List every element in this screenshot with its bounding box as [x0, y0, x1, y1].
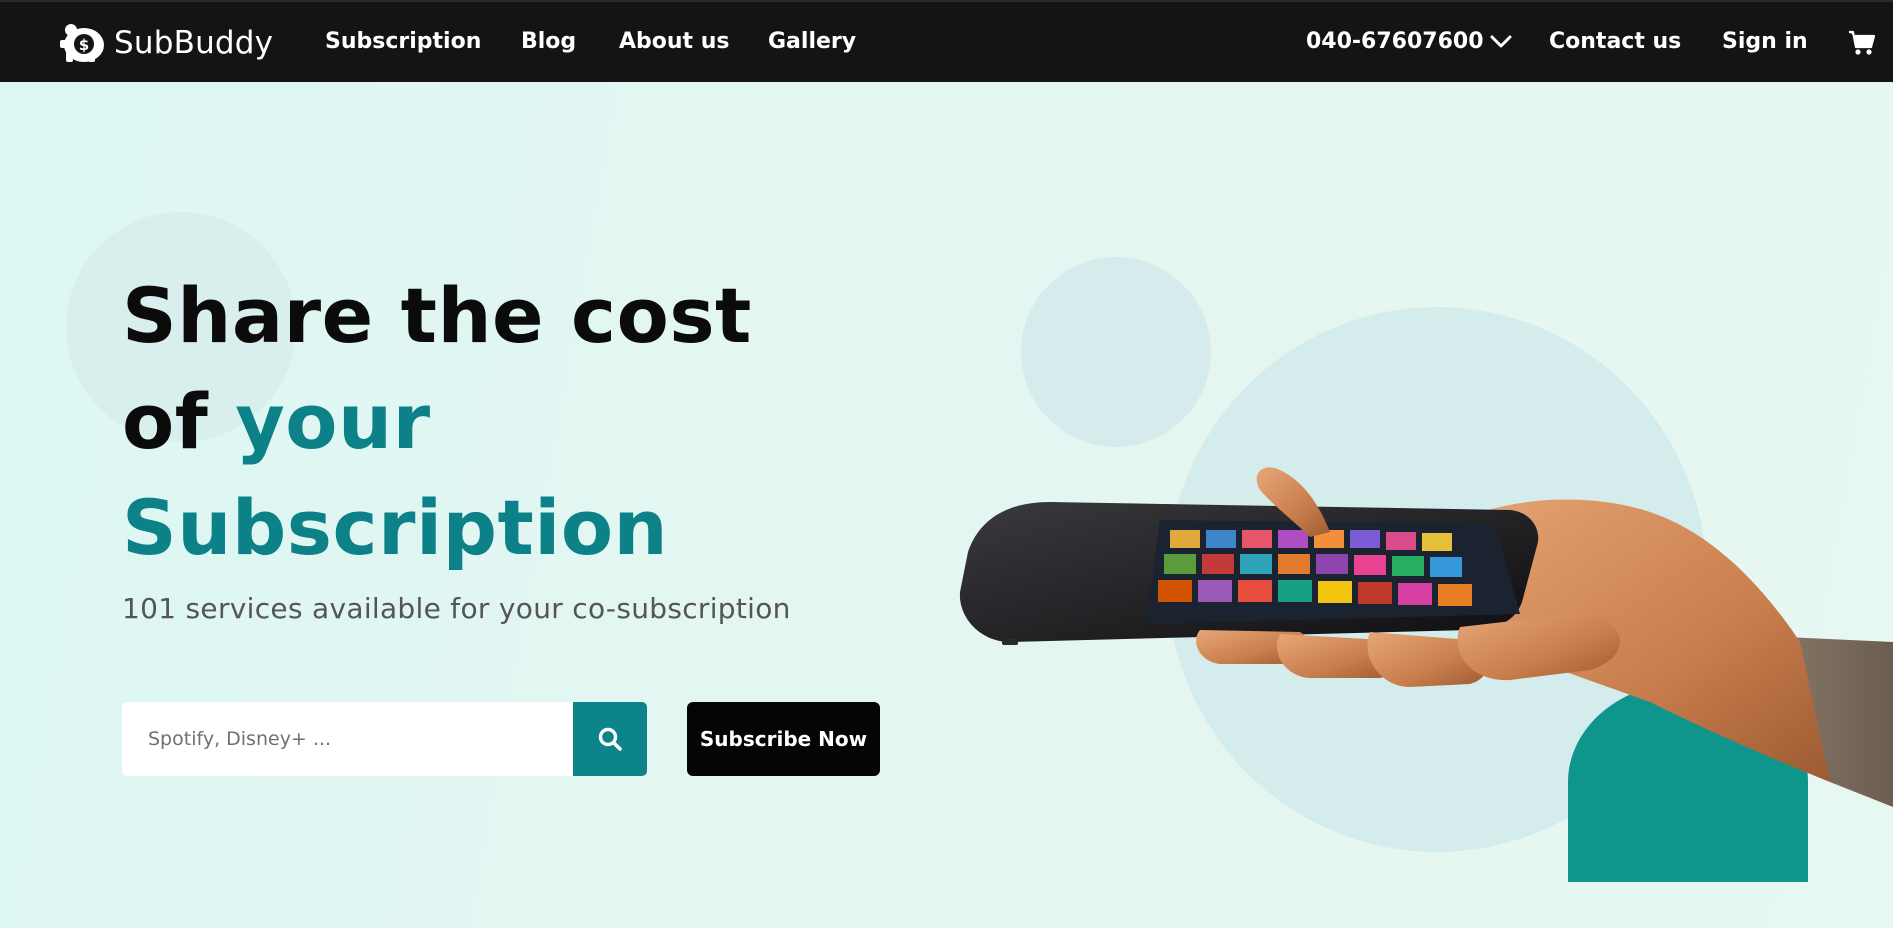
- headline-line-1: Share the cost: [122, 271, 752, 360]
- nav-link-blog[interactable]: Blog: [521, 29, 576, 54]
- headline-your: your: [235, 377, 431, 466]
- search-button[interactable]: [573, 702, 647, 776]
- cart-icon[interactable]: [1848, 30, 1876, 56]
- headline-line-2: of your: [122, 369, 822, 475]
- piggy-bank-dollar-icon: $: [60, 24, 104, 62]
- nav-link-about-us[interactable]: About us: [619, 29, 729, 54]
- svg-text:$: $: [79, 36, 89, 54]
- nav-link-contact-us[interactable]: Contact us: [1549, 29, 1681, 54]
- nav-link-subscription[interactable]: Subscription: [325, 29, 481, 54]
- chevron-down-icon: [1490, 35, 1512, 47]
- hero-headline: Share the cost of your Subscription: [122, 263, 822, 581]
- headline-of: of: [122, 377, 209, 466]
- search-icon: [598, 727, 622, 751]
- brand-logo-link[interactable]: $ SubBuddy: [58, 22, 273, 64]
- subscribe-now-button[interactable]: Subscribe Now: [687, 702, 880, 776]
- hand-holding-smartphone-image: [959, 467, 1893, 807]
- brand-name: SubBuddy: [114, 25, 274, 61]
- headline-line-3: Subscription: [122, 483, 669, 572]
- nav-link-gallery[interactable]: Gallery: [768, 29, 856, 54]
- nav-link-sign-in[interactable]: Sign in: [1722, 29, 1808, 54]
- phone-dropdown[interactable]: 040-67607600: [1306, 29, 1512, 54]
- hero-section: Share the cost of your Subscription 101 …: [0, 82, 1893, 928]
- service-search-input[interactable]: [122, 702, 574, 776]
- hero-subtext: 101 services available for your co-subsc…: [122, 592, 791, 625]
- top-navbar: $ SubBuddy Subscription Blog About us Ga…: [0, 0, 1893, 82]
- phone-number: 040-67607600: [1306, 29, 1484, 54]
